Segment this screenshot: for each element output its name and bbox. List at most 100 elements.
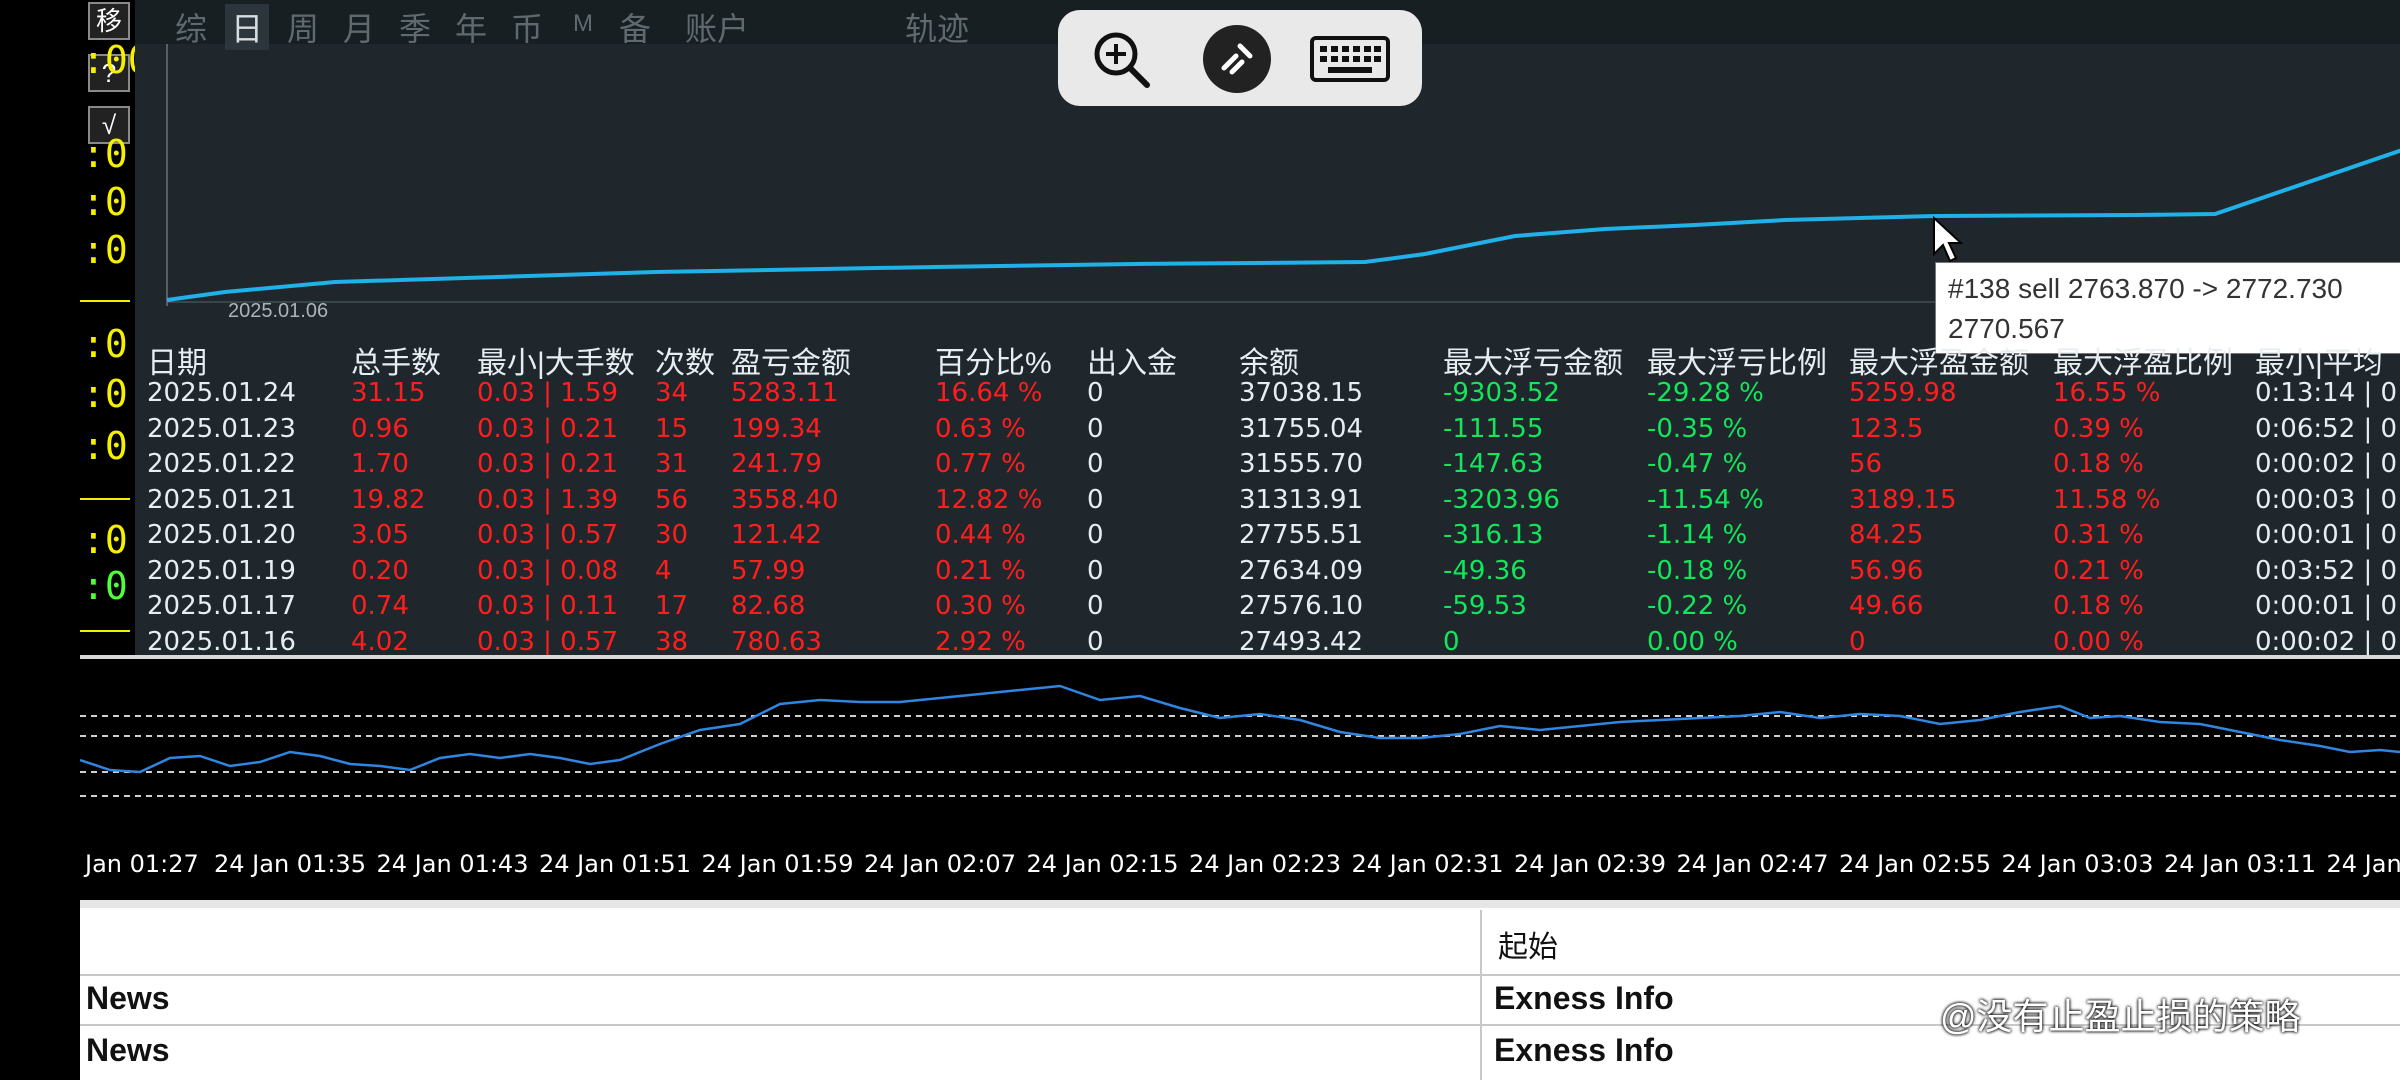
time-tick-label: 24 Jan 02:47 (1676, 850, 1829, 878)
max-float-profit-cell: 56.96 (1849, 555, 1924, 586)
balance-cell: 27493.42 (1239, 626, 1364, 657)
max-float-profit-ratio-cell: 0.31 % (2053, 520, 2144, 550)
max-float-profit-ratio-cell: 0.18 % (2053, 449, 2144, 479)
col-header-deposit: 出入金 (1087, 347, 1177, 380)
col-header-max-float-profit-ratio: 最大浮盈比例 (2053, 347, 2233, 380)
count-cell: 17 (655, 591, 689, 621)
news-cell[interactable]: News (86, 1032, 170, 1069)
pnl-cell: 780.63 (731, 626, 822, 657)
dash (80, 630, 130, 632)
table-row[interactable]: 2025.01.20 3.05 0.03 | 0.57 30 121.42 0.44 % 0… (135, 520, 2400, 555)
pnl-cell: 121.42 (731, 520, 822, 550)
min-max-lots-cell: 0.03 | 1.39 (477, 484, 619, 515)
watermark: @没有止盈止损的策略 (1940, 996, 2301, 1037)
max-float-profit-ratio-cell: 0.39 % (2053, 413, 2144, 444)
max-float-loss-cell: 0 (1443, 626, 1460, 657)
percent-cell: 0.77 % (935, 449, 1026, 479)
chart-start-label: 2025.01.06 (228, 300, 329, 322)
time-tick-label: 24 Jan 01:35 (214, 850, 366, 878)
time-tick-label: 24 Jan 02:07 (864, 850, 1016, 878)
max-float-loss-ratio-cell: 0.00 % (1647, 626, 1738, 657)
table-row[interactable]: 2025.01.22 1.70 0.03 | 0.21 31 241.79 0.77 % 0… (135, 449, 2400, 484)
total-lots-cell: 1.70 (351, 449, 409, 479)
col-header-max-float-loss: 最大浮亏金额 (1443, 347, 1623, 380)
max-float-loss-cell: -49.36 (1443, 555, 1527, 586)
max-float-profit-cell: 49.66 (1849, 591, 1924, 621)
axis-label: :0 (82, 132, 128, 176)
date-cell: 2025.01.16 (147, 626, 296, 657)
remote-icon[interactable] (1202, 24, 1272, 94)
date-cell: 2025.01.22 (147, 449, 296, 479)
total-lots-cell: 19.82 (351, 484, 426, 515)
min-max-lots-cell: 0.03 | 0.57 (477, 520, 619, 550)
date-cell: 2025.01.20 (147, 520, 296, 550)
time-tick-label: 24 Jan 03:03 (2001, 850, 2154, 878)
max-float-loss-ratio-cell: -1.14 % (1647, 520, 1748, 550)
total-lots-cell: 4.02 (351, 626, 409, 657)
total-lots-cell: 31.15 (351, 378, 426, 408)
time-tick-label: Jan 01:27 (85, 850, 199, 878)
cursor-icon (1933, 216, 1964, 263)
table-row[interactable]: 2025.01.21 19.82 0.03 | 1.39 56 3558.40 12.82… (135, 485, 2400, 520)
min-max-lots-cell: 0.03 | 1.59 (477, 378, 619, 408)
table-row[interactable]: 2025.01.17 0.74 0.03 | 0.11 17 82.68 0.30 % 0 2… (135, 591, 2400, 626)
max-float-loss-ratio-cell: -0.18 % (1647, 555, 1748, 586)
dash (80, 300, 130, 302)
max-float-profit-cell: 123.5 (1849, 413, 1924, 444)
date-cell: 2025.01.24 (147, 378, 296, 408)
news-cell[interactable]: News (86, 980, 170, 1017)
time-tick-label: 24 Jan 01:59 (701, 850, 854, 878)
time-tick-label: 24 Jan 02:39 (1514, 850, 1666, 878)
time-tick-label: 24 Jan 02:23 (1189, 850, 1341, 878)
col-header-min-max-lots: 最小|大手数 (477, 347, 635, 380)
menu-item-m[interactable]: M (573, 10, 593, 38)
min-avg-cell: 0:00:02 | 0:2 (2255, 449, 2400, 479)
pnl-cell: 57.99 (731, 555, 806, 586)
zoom-in-icon[interactable] (1092, 30, 1152, 90)
deposit-cell: 0 (1087, 413, 1104, 444)
table-row[interactable]: 2025.01.23 0.96 0.03 | 0.21 15 199.34 0.63 % 0… (135, 414, 2400, 449)
keyboard-icon[interactable] (1310, 36, 1390, 82)
total-lots-cell: 3.05 (351, 520, 409, 550)
balance-cell: 31313.91 (1239, 484, 1364, 515)
axis-label: :0 (82, 322, 128, 366)
min-avg-cell: 0:00:01 | 0:3 (2255, 520, 2400, 550)
balance-cell: 27576.10 (1239, 591, 1364, 621)
min-max-lots-cell: 0.03 | 0.21 (477, 413, 619, 444)
max-float-loss-cell: -59.53 (1443, 591, 1527, 621)
percent-cell: 0.30 % (935, 591, 1026, 621)
date-cell: 2025.01.23 (147, 413, 296, 444)
max-float-loss-ratio-cell: -0.22 % (1647, 591, 1748, 621)
time-tick-label: 24 Jan 02:15 (1026, 850, 1179, 878)
source-cell[interactable]: Exness Info (1494, 980, 1674, 1017)
max-float-profit-ratio-cell: 0.21 % (2053, 555, 2144, 586)
panel-divider (80, 655, 2400, 659)
min-avg-cell: 0:03:52 | 0:0 (2255, 555, 2400, 586)
count-cell: 56 (655, 484, 689, 515)
deposit-cell: 0 (1087, 555, 1104, 586)
date-cell: 2025.01.17 (147, 591, 296, 621)
table-row[interactable]: 2025.01.24 31.15 0.03 | 1.59 34 5283.11 16.64… (135, 378, 2400, 413)
count-cell: 31 (655, 449, 689, 479)
max-float-loss-cell: -147.63 (1443, 449, 1544, 479)
col-header-min-avg: 最小|平均 (2255, 347, 2383, 380)
col-header-start: 起始 (1498, 931, 1558, 964)
divider (80, 900, 2400, 908)
total-lots-cell: 0.20 (351, 555, 409, 586)
balance-cell: 27755.51 (1239, 520, 1364, 550)
source-cell[interactable]: Exness Info (1494, 1032, 1674, 1069)
pnl-cell: 82.68 (731, 591, 806, 621)
max-float-loss-cell: -9303.52 (1443, 378, 1560, 408)
move-button[interactable]: 移 (88, 2, 130, 40)
deposit-cell: 0 (1087, 626, 1104, 657)
count-cell: 34 (655, 378, 689, 408)
max-float-profit-ratio-cell: 0.00 % (2053, 626, 2144, 657)
count-cell: 30 (655, 520, 689, 550)
divider (80, 974, 2400, 976)
max-float-loss-ratio-cell: -29.28 % (1647, 378, 1764, 408)
min-avg-cell: 0:00:03 | 0:3 (2255, 484, 2400, 515)
time-tick-label: 24 Jan (2326, 850, 2400, 878)
deposit-cell: 0 (1087, 591, 1104, 621)
min-avg-cell: 0:06:52 | 0:2 (2255, 413, 2400, 444)
table-row[interactable]: 2025.01.19 0.20 0.03 | 0.08 4 57.99 0.21 % 0 27… (135, 556, 2400, 591)
